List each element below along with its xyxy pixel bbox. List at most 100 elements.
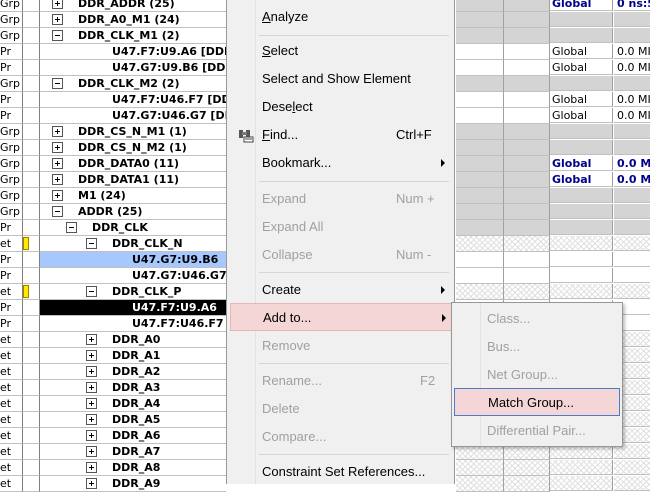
constraint-value-cell[interactable] xyxy=(614,76,650,91)
object-name-cell[interactable]: U47.G7:U9.B6 [DDR_CLK_N] xyxy=(40,60,226,76)
value-cell[interactable] xyxy=(504,460,550,476)
expand-plus-icon[interactable] xyxy=(52,158,63,169)
menu-item-collapse[interactable]: Collapse Num - xyxy=(230,241,452,269)
object-name-cell[interactable]: DDR_A2 xyxy=(40,364,226,380)
expand-plus-icon[interactable] xyxy=(86,414,97,425)
value-cell[interactable] xyxy=(504,220,550,236)
scope-cell[interactable]: Global xyxy=(550,60,613,75)
object-name-cell[interactable]: U47.G7:U9.B6 xyxy=(40,252,226,268)
submenu-item-net-group[interactable]: Net Group... xyxy=(454,361,620,389)
scope-cell[interactable] xyxy=(550,204,613,219)
value-cell[interactable] xyxy=(456,220,504,236)
value-cell[interactable] xyxy=(504,108,550,124)
object-name-cell[interactable]: DDR_A8 xyxy=(40,460,226,476)
expand-plus-icon[interactable] xyxy=(52,142,63,153)
scope-cell[interactable]: Global xyxy=(550,0,613,11)
constraint-value-cell[interactable] xyxy=(614,124,650,139)
value-cell[interactable] xyxy=(456,0,504,12)
expand-plus-icon[interactable] xyxy=(86,334,97,345)
constraint-value-cell[interactable]: 0 ns:5 xyxy=(614,0,650,11)
value-cell[interactable] xyxy=(504,28,550,44)
menu-item-select-and-show[interactable]: Select and Show Element xyxy=(230,65,452,93)
value-cell[interactable] xyxy=(456,204,504,220)
constraint-value-cell[interactable] xyxy=(614,140,650,155)
value-cell[interactable] xyxy=(504,268,550,284)
scope-cell[interactable] xyxy=(550,252,613,267)
expand-plus-icon[interactable] xyxy=(52,126,63,137)
expand-plus-icon[interactable] xyxy=(86,430,97,441)
menu-item-delete[interactable]: Delete xyxy=(230,395,452,423)
submenu-item-differential-pair[interactable]: Differential Pair... xyxy=(454,417,620,445)
object-name-cell[interactable]: DDR_DATA0 (11) xyxy=(40,156,226,172)
object-name-cell[interactable]: DDR_A3 xyxy=(40,380,226,396)
value-cell[interactable] xyxy=(504,236,550,252)
scope-cell[interactable] xyxy=(550,268,613,283)
value-cell[interactable] xyxy=(456,60,504,76)
object-name-cell[interactable]: DDR_A1 xyxy=(40,348,226,364)
menu-item-remove[interactable]: Remove xyxy=(230,332,452,360)
submenu-item-bus[interactable]: Bus... xyxy=(454,333,620,361)
scope-cell[interactable] xyxy=(550,140,613,155)
constraint-value-cell[interactable]: 0.0 MIL xyxy=(614,44,650,59)
expand-plus-icon[interactable] xyxy=(86,446,97,457)
object-name-cell[interactable]: DDR_CS_N_M2 (1) xyxy=(40,140,226,156)
expand-plus-icon[interactable] xyxy=(86,382,97,393)
object-name-cell[interactable]: U47.G7:U46.G7 [DDR_CLK_N] xyxy=(40,108,226,124)
submenu-item-class[interactable]: Class... xyxy=(454,305,620,333)
value-cell[interactable] xyxy=(456,188,504,204)
submenu-item-match-group[interactable]: Match Group... xyxy=(454,388,620,416)
value-cell[interactable] xyxy=(504,44,550,60)
value-cell[interactable] xyxy=(504,172,550,188)
value-cell[interactable] xyxy=(456,284,504,300)
menu-item-find[interactable]: Find... Ctrl+F xyxy=(230,121,452,149)
menu-item-compare[interactable]: Compare... xyxy=(230,423,452,451)
value-cell[interactable] xyxy=(504,12,550,28)
object-name-cell[interactable]: M1 (24) xyxy=(40,188,226,204)
scope-cell[interactable] xyxy=(550,460,613,475)
value-cell[interactable] xyxy=(456,140,504,156)
value-cell[interactable] xyxy=(504,204,550,220)
value-cell[interactable] xyxy=(456,172,504,188)
menu-item-add-to[interactable]: Add to... xyxy=(230,303,452,331)
value-cell[interactable] xyxy=(504,156,550,172)
object-name-cell[interactable]: DDR_CLK_N xyxy=(40,236,226,252)
constraint-value-cell[interactable]: 0.0 MIL xyxy=(614,108,650,123)
object-name-cell[interactable]: DDR_CLK_P xyxy=(40,284,226,300)
constraint-value-cell[interactable] xyxy=(614,12,650,27)
expand-plus-icon[interactable] xyxy=(52,0,63,9)
object-name-cell[interactable]: DDR_A4 xyxy=(40,396,226,412)
scope-cell[interactable] xyxy=(550,124,613,139)
constraint-value-cell[interactable] xyxy=(614,188,650,203)
menu-item-constraint-set-references[interactable]: Constraint Set References... xyxy=(230,458,452,486)
value-cell[interactable] xyxy=(504,124,550,140)
object-name-cell[interactable]: DDR_CLK xyxy=(40,220,226,236)
collapse-minus-icon[interactable] xyxy=(66,222,77,233)
menu-item-select[interactable]: Select xyxy=(230,37,452,65)
scope-cell[interactable] xyxy=(550,12,613,27)
expand-plus-icon[interactable] xyxy=(86,366,97,377)
object-name-cell[interactable]: DDR_A0_M1 (24) xyxy=(40,12,226,28)
constraint-value-cell[interactable] xyxy=(614,204,650,219)
constraint-value-cell[interactable]: 0.0 MIL xyxy=(614,172,650,187)
constraint-value-cell[interactable] xyxy=(614,220,650,235)
scope-cell[interactable]: Global xyxy=(550,44,613,59)
expand-plus-icon[interactable] xyxy=(52,14,63,25)
value-cell[interactable] xyxy=(504,252,550,268)
menu-item-expand[interactable]: Expand Num + xyxy=(230,185,452,213)
expand-plus-icon[interactable] xyxy=(52,174,63,185)
value-cell[interactable] xyxy=(504,476,550,492)
menu-item-bookmark[interactable]: Bookmark... xyxy=(230,149,452,177)
value-cell[interactable] xyxy=(504,188,550,204)
constraint-value-cell[interactable] xyxy=(614,268,650,283)
value-cell[interactable] xyxy=(504,76,550,92)
constraint-value-cell[interactable]: 0.0 MIL xyxy=(614,60,650,75)
object-name-cell[interactable]: DDR_ADDR (25) xyxy=(40,0,226,12)
object-name-cell[interactable]: DDR_A9 xyxy=(40,476,226,492)
collapse-minus-icon[interactable] xyxy=(86,238,97,249)
scope-cell[interactable]: Global xyxy=(550,108,613,123)
constraint-value-cell[interactable]: 0.0 MIL xyxy=(614,156,650,171)
scope-cell[interactable] xyxy=(550,28,613,43)
collapse-minus-icon[interactable] xyxy=(52,30,63,41)
menu-item-analyze[interactable]: Analyze xyxy=(230,3,452,31)
object-name-cell[interactable]: DDR_CLK_M1 (2) xyxy=(40,28,226,44)
